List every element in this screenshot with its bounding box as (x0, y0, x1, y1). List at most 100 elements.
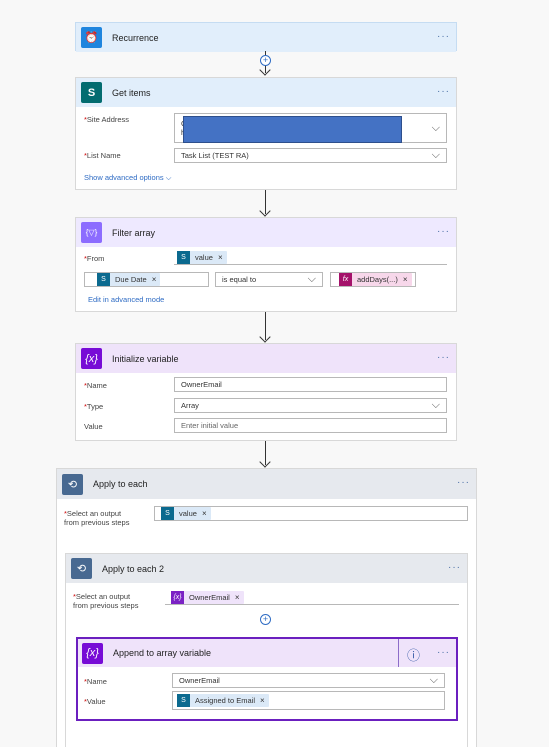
chevron-down-icon: ⌵ (429, 674, 438, 686)
variable-icon: {x} (82, 642, 103, 664)
variable-name-input[interactable]: OwnerEmail (174, 377, 447, 392)
apply-to-each-title: Apply to each (93, 479, 148, 489)
list-name-label: *List Name (84, 151, 121, 160)
remove-token-icon[interactable]: × (202, 509, 207, 518)
variable-icon: {x} (81, 348, 102, 369)
append-to-array-card: {x} Append to array variable ⓘ ··· *Name… (76, 637, 458, 721)
operator-value: is equal to (222, 275, 257, 284)
recurrence-title: Recurrence (112, 32, 159, 43)
apply-to-each-card: ⟲ Apply to each ··· *Select an output fro… (56, 468, 477, 747)
append-name-dropdown[interactable]: OwnerEmail ⌵ (172, 673, 445, 688)
value-label: *Value (84, 697, 106, 706)
name-label: *Name (84, 677, 107, 686)
sharepoint-icon: S (161, 507, 174, 520)
assigned-to-email-token-label: Assigned to Email (195, 696, 256, 705)
type-label: *Type (84, 402, 104, 411)
due-date-token-label: Due Date (115, 275, 147, 284)
connector-arrow (259, 190, 272, 217)
assigned-to-email-token[interactable]: S Assigned to Email × (177, 694, 269, 707)
sharepoint-icon: S (97, 273, 110, 286)
append-to-array-menu-button[interactable]: ··· (437, 647, 450, 658)
apply-to-each-2-menu-button[interactable]: ··· (448, 562, 461, 573)
redacted-block (183, 116, 402, 143)
add-days-token[interactable]: fx addDays(...) × (339, 273, 412, 286)
recurrence-header[interactable]: ⏰ Recurrence ··· (76, 23, 456, 52)
function-icon: fx (339, 273, 352, 286)
connector-arrow (259, 312, 272, 343)
alarm-clock-icon: ⏰ (81, 27, 102, 48)
header-divider (398, 639, 399, 667)
variable-name-value: OwnerEmail (181, 380, 222, 389)
add-step-plus-icon[interactable]: + (260, 55, 271, 66)
initialize-variable-menu-button[interactable]: ··· (437, 352, 450, 363)
get-items-title: Get items (112, 87, 151, 98)
chevron-down-icon: ⌵ (431, 399, 440, 411)
filter-array-card: {▽} Filter array ··· *From S value × S D… (75, 217, 457, 312)
filter-left-operand[interactable]: S Due Date × (84, 272, 209, 287)
filter-braces-icon: {▽} (81, 222, 102, 243)
append-to-array-header[interactable]: {x} Append to array variable ⓘ ··· (78, 639, 456, 667)
remove-token-icon[interactable]: × (403, 275, 408, 284)
value-token[interactable]: S value × (161, 507, 211, 520)
apply-to-each-header[interactable]: ⟲ Apply to each ··· (57, 469, 476, 499)
variable-type-dropdown[interactable]: Array ⌵ (174, 398, 447, 413)
append-value-input[interactable]: S Assigned to Email × (172, 691, 445, 710)
sharepoint-icon: S (177, 694, 190, 707)
sharepoint-icon: S (81, 82, 102, 103)
initialize-variable-card: {x} Initialize variable ··· *Name OwnerE… (75, 343, 457, 441)
add-step-plus-icon[interactable]: + (260, 614, 271, 625)
select-output-label: *Select an output from previous steps (64, 509, 130, 527)
due-date-token[interactable]: S Due Date × (97, 273, 161, 286)
variable-value-input[interactable]: Enter initial value (174, 418, 447, 433)
owner-email-token-label: OwnerEmail (189, 592, 230, 602)
filter-array-title: Filter array (112, 227, 156, 238)
initialize-variable-header[interactable]: {x} Initialize variable ··· (76, 344, 456, 373)
loop-icon: ⟲ (71, 558, 92, 579)
value-token[interactable]: S value × (177, 250, 227, 264)
chevron-down-icon: ⌵ (431, 149, 440, 161)
apply-to-each-2-title: Apply to each 2 (102, 563, 165, 574)
initialize-variable-title: Initialize variable (112, 353, 179, 364)
add-days-token-label: addDays(...) (357, 275, 398, 284)
connector-arrow (259, 441, 272, 468)
get-items-header[interactable]: S Get items ··· (76, 78, 456, 107)
value-token-label: value (195, 252, 213, 262)
from-label: *From (84, 254, 105, 263)
value-token-label: value (179, 509, 197, 518)
filter-right-operand[interactable]: fx addDays(...) × (330, 272, 416, 287)
filter-array-header[interactable]: {▽} Filter array ··· (76, 218, 456, 247)
edit-advanced-mode-link[interactable]: Edit in advanced mode (88, 295, 164, 304)
variable-type-value: Array (181, 401, 199, 410)
show-advanced-options-link[interactable]: Show advanced options ⌵ (84, 173, 171, 183)
apply-to-each-2-header[interactable]: ⟲ Apply to each 2 ··· (66, 554, 467, 583)
get-items-menu-button[interactable]: ··· (437, 86, 450, 97)
list-name-value: Task List (TEST RA) (181, 151, 249, 160)
chevron-down-icon: ⌵ (431, 121, 440, 134)
name-label: *Name (84, 381, 107, 390)
variable-icon: {x} (171, 590, 184, 604)
remove-token-icon[interactable]: × (260, 696, 265, 705)
list-name-dropdown[interactable]: Task List (TEST RA) ⌵ (174, 148, 447, 163)
info-icon[interactable]: ⓘ (407, 645, 420, 664)
select-output-input[interactable]: S value × (154, 506, 468, 521)
remove-token-icon[interactable]: × (218, 253, 223, 262)
select-output-input[interactable]: {x} OwnerEmail × (165, 590, 459, 605)
select-output-label: *Select an output from previous steps (73, 592, 139, 610)
value-label: Value (84, 422, 103, 431)
site-address-dropdown[interactable]: C h ⌵ (174, 113, 447, 143)
get-items-card: S Get items ··· *Site Address C h ⌵ *Lis… (75, 77, 457, 190)
loop-icon: ⟲ (62, 473, 83, 495)
from-input[interactable]: S value × (174, 250, 447, 265)
operator-dropdown[interactable]: is equal to ⌵ (215, 272, 323, 287)
append-name-value: OwnerEmail (179, 676, 220, 685)
site-address-label: *Site Address (84, 115, 130, 124)
recurrence-card[interactable]: ⏰ Recurrence ··· (75, 22, 457, 52)
owner-email-token[interactable]: {x} OwnerEmail × (171, 590, 244, 604)
chevron-down-icon: ⌵ (307, 273, 316, 285)
remove-token-icon[interactable]: × (152, 275, 157, 284)
recurrence-menu-button[interactable]: ··· (437, 31, 450, 42)
filter-array-menu-button[interactable]: ··· (437, 226, 450, 237)
variable-value-placeholder: Enter initial value (181, 421, 239, 430)
apply-to-each-menu-button[interactable]: ··· (457, 477, 470, 488)
remove-token-icon[interactable]: × (235, 593, 240, 602)
